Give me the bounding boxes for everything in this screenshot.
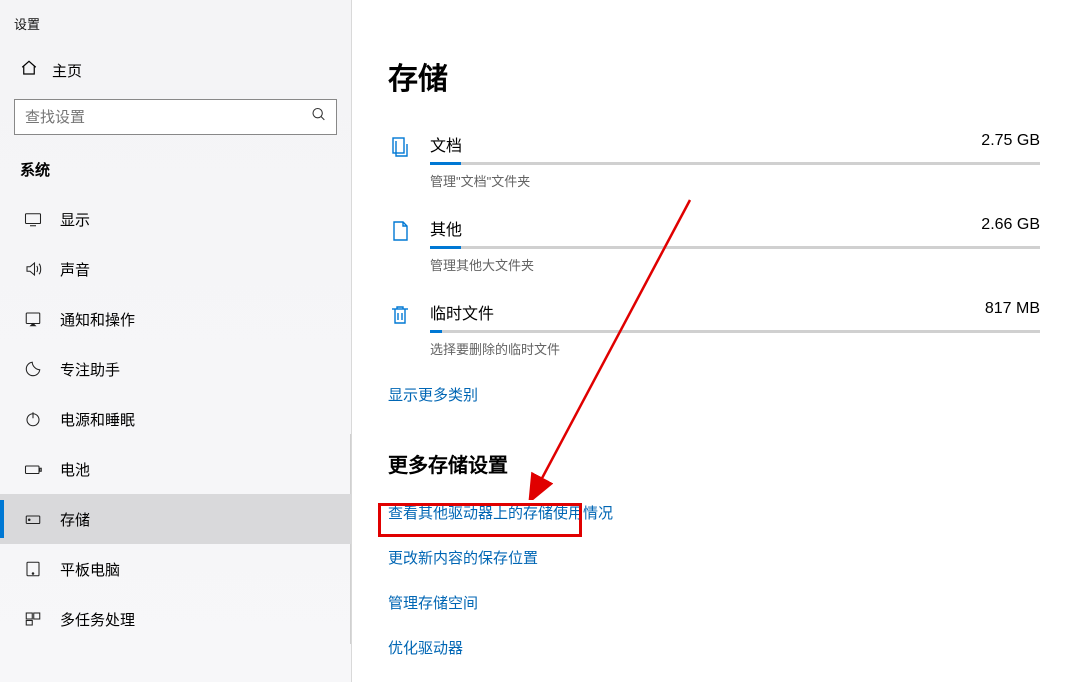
more-settings-title: 更多存储设置: [388, 449, 1040, 478]
storage-icon: [24, 510, 42, 528]
nav-label: 存储: [60, 509, 90, 530]
main-content: 存储 文档 2.75 GB 管理"文档"文件夹 其他 2.66 GB 管理其他大文件…: [352, 0, 1080, 682]
usage-bar: [430, 162, 1040, 165]
cat-sub: 管理其他大文件夹: [430, 255, 1040, 274]
nav-item-notify[interactable]: 通知和操作: [0, 294, 351, 344]
category-title: 系统: [0, 159, 351, 194]
trash-icon: [388, 302, 412, 328]
nav-item-sound[interactable]: 声音: [0, 244, 351, 294]
sidebar: 设置 主页 系统 显示 声音 通知和操作 专注助手: [0, 0, 352, 682]
link-optimize-drives[interactable]: 优化驱动器: [388, 637, 1040, 658]
nav-item-storage[interactable]: 存储: [0, 494, 351, 544]
storage-cat-temp[interactable]: 临时文件 817 MB 选择要删除的临时文件: [388, 300, 1040, 358]
nav-list: 显示 声音 通知和操作 专注助手 电源和睡眠 电池 存储 平板电: [0, 194, 351, 644]
cat-name: 临时文件: [430, 300, 494, 324]
cat-size: 2.66 GB: [981, 216, 1040, 240]
app-title: 设置: [0, 10, 351, 51]
home-icon: [20, 59, 38, 81]
nav-label: 多任务处理: [60, 609, 135, 630]
nav-item-focus[interactable]: 专注助手: [0, 344, 351, 394]
nav-item-multitask[interactable]: 多任务处理: [0, 594, 351, 644]
link-manage-storage[interactable]: 管理存储空间: [388, 592, 1040, 613]
nav-label: 声音: [60, 259, 90, 280]
nav-label: 专注助手: [60, 359, 120, 380]
other-icon: [388, 218, 412, 244]
nav-item-power[interactable]: 电源和睡眠: [0, 394, 351, 444]
cat-name: 文档: [430, 132, 462, 156]
power-icon: [24, 410, 42, 428]
nav-item-battery[interactable]: 电池: [0, 444, 351, 494]
nav-label: 显示: [60, 209, 90, 230]
tablet-icon: [24, 560, 42, 578]
focus-icon: [24, 360, 42, 378]
cat-sub: 管理"文档"文件夹: [430, 171, 1040, 190]
show-more-categories-link[interactable]: 显示更多类别: [388, 384, 478, 405]
nav-label: 电池: [60, 459, 90, 480]
search-input[interactable]: [14, 99, 337, 135]
storage-cat-other[interactable]: 其他 2.66 GB 管理其他大文件夹: [388, 216, 1040, 274]
nav-label: 平板电脑: [60, 559, 120, 580]
link-change-save-location[interactable]: 更改新内容的保存位置: [388, 547, 1040, 568]
setting-links: 查看其他驱动器上的存储使用情况 更改新内容的保存位置 管理存储空间 优化驱动器 …: [388, 502, 1040, 682]
search-box[interactable]: [14, 99, 337, 135]
search-icon: [311, 107, 327, 128]
cat-name: 其他: [430, 216, 462, 240]
cat-size: 817 MB: [985, 300, 1040, 324]
cat-size: 2.75 GB: [981, 132, 1040, 156]
cat-sub: 选择要删除的临时文件: [430, 339, 1040, 358]
notify-icon: [24, 310, 42, 328]
usage-bar: [430, 330, 1040, 333]
storage-cat-docs[interactable]: 文档 2.75 GB 管理"文档"文件夹: [388, 132, 1040, 190]
page-title: 存储: [388, 54, 1040, 98]
home-button[interactable]: 主页: [0, 51, 351, 99]
nav-label: 电源和睡眠: [60, 409, 135, 430]
nav-item-display[interactable]: 显示: [0, 194, 351, 244]
multitask-icon: [24, 610, 42, 628]
nav-label: 通知和操作: [60, 309, 135, 330]
sound-icon: [24, 260, 42, 278]
battery-icon: [24, 460, 42, 478]
link-other-drives[interactable]: 查看其他驱动器上的存储使用情况: [388, 502, 1040, 523]
document-icon: [388, 134, 412, 160]
usage-bar: [430, 246, 1040, 249]
nav-item-tablet[interactable]: 平板电脑: [0, 544, 351, 594]
home-label: 主页: [52, 60, 82, 81]
display-icon: [24, 210, 42, 228]
